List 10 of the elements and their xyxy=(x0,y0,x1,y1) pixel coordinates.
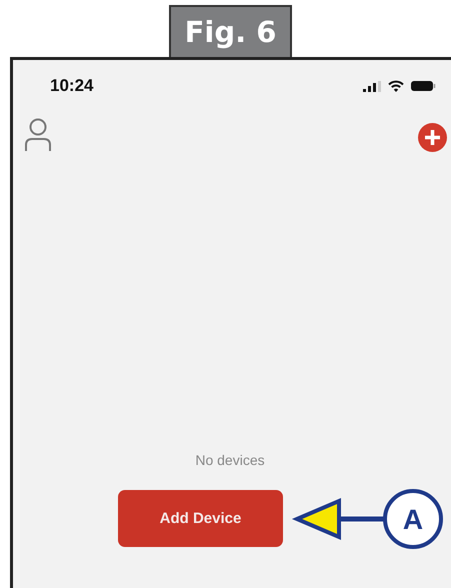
status-time: 10:24 xyxy=(50,76,94,96)
wifi-icon xyxy=(388,80,404,92)
empty-message: No devices xyxy=(195,452,265,468)
callout-marker: A xyxy=(383,489,443,549)
battery-icon xyxy=(411,80,437,92)
figure-label: Fig. 6 xyxy=(168,5,292,57)
add-icon[interactable] xyxy=(418,123,447,152)
signal-icon xyxy=(363,80,381,92)
profile-icon[interactable] xyxy=(24,118,52,152)
add-device-button[interactable]: Add Device xyxy=(118,490,283,547)
